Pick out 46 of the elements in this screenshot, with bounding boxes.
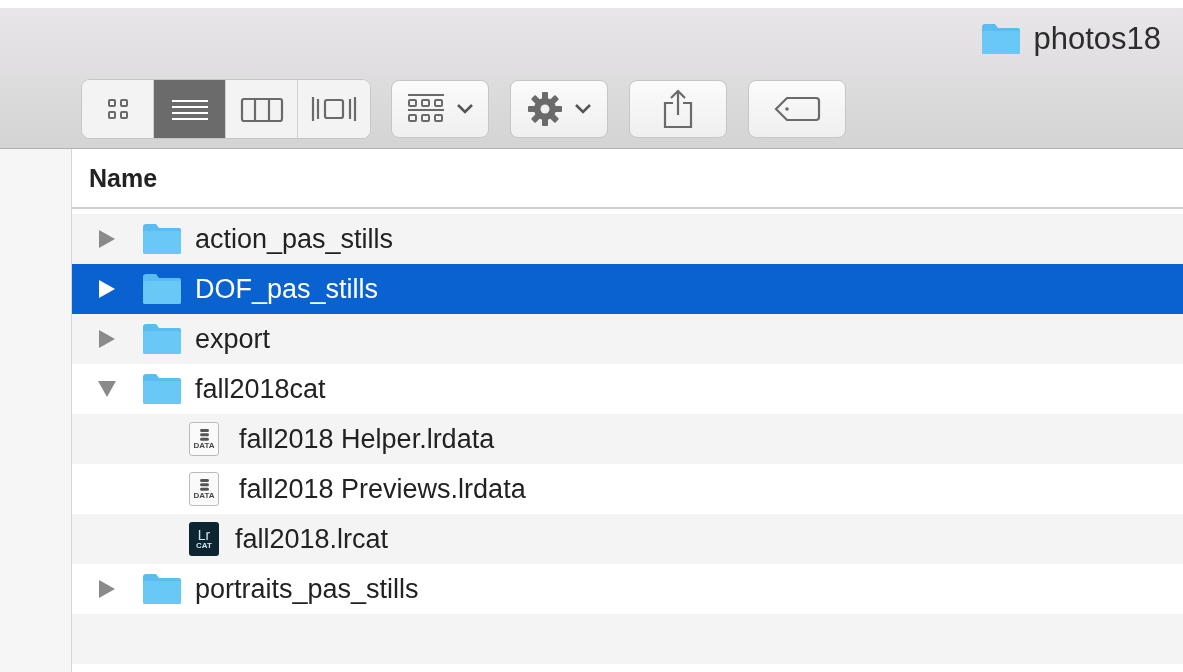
- disclosure-triangle-icon[interactable]: [98, 229, 116, 249]
- file-row[interactable]: export: [72, 314, 1183, 364]
- settings-button[interactable]: [510, 80, 608, 138]
- share-icon: [662, 89, 694, 129]
- chevron-down-icon: [456, 103, 474, 115]
- folder-icon: [142, 323, 182, 355]
- share-button[interactable]: [629, 80, 727, 138]
- window-title: photos18: [1033, 21, 1161, 57]
- file-name: DOF_pas_stills: [195, 273, 379, 305]
- file-name: fall2018 Previews.lrdata: [239, 473, 526, 505]
- icon-label: DATA: [193, 492, 215, 500]
- group-by-button[interactable]: [391, 80, 489, 138]
- database-icon: [198, 428, 210, 442]
- disclosure-triangle-icon[interactable]: [97, 380, 117, 398]
- list-view-button[interactable]: [154, 80, 226, 138]
- file-name: fall2018cat: [195, 373, 326, 405]
- tag-icon: [773, 95, 821, 123]
- icon-label: DATA: [193, 442, 215, 450]
- folder-icon: [142, 273, 182, 305]
- file-name: portraits_pas_stills: [195, 573, 419, 605]
- icons-view-button[interactable]: [82, 80, 154, 138]
- group-icon: [406, 93, 446, 125]
- folder-icon: [142, 573, 182, 605]
- gallery-icon: [310, 94, 358, 124]
- folder-icon: [142, 223, 182, 255]
- file-name: fall2018 Helper.lrdata: [239, 423, 495, 455]
- icon-label: CAT: [196, 542, 212, 550]
- file-name: export: [195, 323, 271, 355]
- icon-label: Lr: [197, 528, 211, 542]
- folder-icon: [142, 373, 182, 405]
- file-name: action_pas_stills: [195, 223, 394, 255]
- disclosure-triangle-icon[interactable]: [98, 279, 116, 299]
- column-header[interactable]: Name: [72, 149, 1183, 209]
- disclosure-triangle-icon[interactable]: [98, 579, 116, 599]
- chevron-down-icon: [574, 103, 592, 115]
- columns-icon: [239, 96, 284, 122]
- folder-icon: [981, 23, 1022, 55]
- gear-icon: [526, 90, 564, 128]
- file-row[interactable]: action_pas_stills: [72, 214, 1183, 264]
- file-row[interactable]: Lr CAT fall2018.lrcat: [72, 514, 1183, 564]
- tag-button[interactable]: [748, 80, 846, 138]
- disclosure-triangle-icon[interactable]: [98, 329, 116, 349]
- file-name: fall2018.lrcat: [235, 523, 389, 555]
- file-row[interactable]: DATA fall2018 Helper.lrdata: [72, 414, 1183, 464]
- file-row[interactable]: DOF_pas_stills: [72, 264, 1183, 314]
- database-icon: [198, 478, 210, 492]
